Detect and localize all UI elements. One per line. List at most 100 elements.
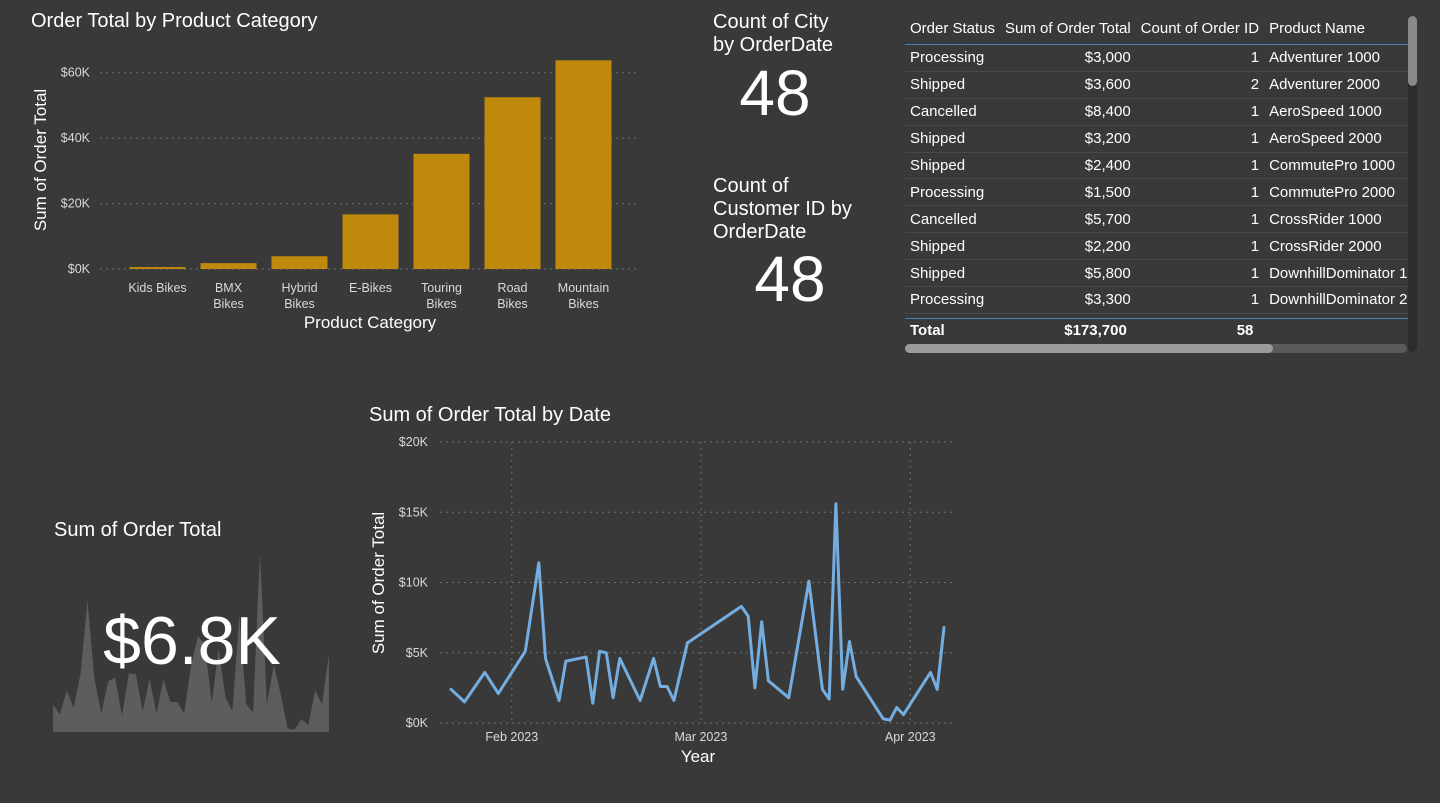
- header-order-status[interactable]: Order Status: [905, 12, 1000, 45]
- kpi-customer-title-line1: Count of: [713, 175, 789, 197]
- kpi-city-value: 48: [739, 57, 811, 129]
- cell-order-count: 1: [1135, 44, 1265, 72]
- bar-y-tick-label: $0K: [68, 262, 91, 276]
- cell-product-name: CrossRider 2000: [1264, 232, 1408, 261]
- bar-y-tick-label: $20K: [61, 197, 91, 211]
- kpi-order-total-value: $6.8K: [103, 603, 281, 679]
- total-order-count: 58: [1131, 318, 1259, 341]
- cell-order-total: $3,300: [1000, 286, 1136, 314]
- bar[interactable]: [271, 256, 328, 269]
- cell-order-status: Shipped: [905, 125, 1001, 153]
- cell-order-status: Processing: [905, 286, 1001, 314]
- line-x-tick-label: Feb 2023: [485, 730, 538, 744]
- cell-product-name: Adventurer 1000: [1264, 44, 1408, 72]
- cell-order-total: $2,400: [1000, 152, 1136, 180]
- cell-order-total: $8,400: [1000, 98, 1136, 126]
- cell-order-total: $2,200: [1000, 232, 1136, 261]
- bar-x-tick-label: Kids Bikes: [128, 281, 186, 295]
- kpi-customer-title-line2: Customer ID by: [713, 198, 852, 220]
- table-row[interactable]: Shipped $2,200 1 CrossRider 2000: [905, 232, 1408, 261]
- bar[interactable]: [342, 214, 399, 269]
- bar-y-tick-label: $40K: [61, 131, 91, 145]
- header-sum-order-total[interactable]: Sum of Order Total: [1000, 12, 1136, 45]
- cell-order-total: $3,600: [1000, 71, 1136, 99]
- bar-x-tick-label: Touring Bikes: [421, 281, 462, 311]
- kpi-order-total-title: Sum of Order Total: [54, 519, 222, 541]
- line-y-tick-label: $15K: [399, 505, 429, 519]
- table-header-row: Order Status Sum of Order Total Count of…: [905, 12, 1408, 45]
- cell-order-total: $1,500: [1000, 178, 1136, 207]
- cell-order-total: $5,700: [1000, 205, 1136, 234]
- bar[interactable]: [413, 153, 470, 269]
- kpi-customer-title-line3: OrderDate: [713, 221, 807, 243]
- line-series: [449, 502, 946, 722]
- line-y-tick-label: $5K: [406, 646, 429, 660]
- cell-order-count: 1: [1135, 152, 1265, 180]
- table-vertical-scroll-thumb[interactable]: [1408, 16, 1417, 86]
- cell-order-count: 1: [1135, 286, 1265, 314]
- header-count-order-id[interactable]: Count of Order ID: [1136, 12, 1264, 45]
- cell-order-status: Processing: [905, 178, 1001, 207]
- bar-x-tick-label: BMX Bikes: [213, 281, 244, 311]
- cell-order-count: 2: [1135, 71, 1265, 99]
- table-row[interactable]: Cancelled $8,400 1 AeroSpeed 1000: [905, 98, 1408, 126]
- table-row[interactable]: Processing$3,3001DownhillDominator 2000: [905, 286, 1408, 314]
- total-empty: [1258, 318, 1408, 341]
- bar[interactable]: [200, 263, 257, 269]
- table-row[interactable]: Shipped $2,400 1 CommutePro 1000: [905, 152, 1408, 180]
- kpi-customer-title: Count of Customer ID by OrderDate: [713, 175, 852, 244]
- cell-product-name: Adventurer 2000: [1264, 71, 1408, 99]
- bar-chart: $0K $20K $40K $60K Kids Bikes BMX Bikes Hybrid…: [31, 60, 640, 332]
- cell-order-status: Processing: [905, 44, 1001, 72]
- total-label: Total: [905, 318, 1000, 341]
- cell-product-name: CrossRider 1000: [1264, 205, 1408, 234]
- bar-x-axis-title: Product Category: [304, 313, 437, 332]
- line-x-tick-label: Mar 2023: [674, 730, 727, 744]
- bar[interactable]: [129, 267, 186, 269]
- table-row[interactable]: Shipped $3,600 2 Adventurer 2000: [905, 71, 1408, 99]
- kpi-customer-value: 48: [754, 243, 826, 315]
- cell-order-count: 1: [1135, 259, 1265, 288]
- bar-x-tick-label: Hybrid Bikes: [281, 281, 317, 311]
- kpi-city-title-line2: by OrderDate: [713, 34, 834, 56]
- line-chart-title: Sum of Order Total by Date: [369, 404, 611, 426]
- cell-order-count: 1: [1135, 125, 1265, 153]
- header-product-name[interactable]: Product Name: [1264, 12, 1408, 45]
- cell-order-total: $5,800: [1000, 259, 1136, 288]
- cell-product-name: DownhillDominator 2000: [1264, 286, 1408, 314]
- cell-order-count: 1: [1135, 98, 1265, 126]
- cell-order-count: 1: [1135, 178, 1265, 207]
- table-row[interactable]: Cancelled $5,700 1 CrossRider 1000: [905, 205, 1408, 234]
- bar[interactable]: [484, 97, 541, 269]
- bar[interactable]: [555, 60, 612, 269]
- line-x-axis-title: Year: [681, 747, 716, 766]
- total-order-sum: $173,700: [999, 318, 1132, 341]
- bar-y-tick-label: $60K: [61, 66, 91, 80]
- line-chart: $0K $5K $10K $15K $20K Feb 2023 Mar 2023 Apr 2…: [369, 435, 952, 766]
- table-horizontal-scroll-thumb[interactable]: [905, 344, 1273, 353]
- cell-order-status: Shipped: [905, 71, 1001, 99]
- cell-order-status: Shipped: [905, 152, 1001, 180]
- line-y-tick-label: $0K: [406, 716, 429, 730]
- bar-x-tick-label: E-Bikes: [349, 281, 392, 295]
- line-y-tick-label: $10K: [399, 576, 429, 590]
- kpi-city-title-line1: Count of City: [713, 11, 829, 33]
- cell-order-total: $3,000: [1000, 44, 1136, 72]
- cell-order-count: 1: [1135, 205, 1265, 234]
- table-row[interactable]: Processing $3,000 1 Adventurer 1000: [905, 44, 1408, 72]
- cell-order-total: $3,200: [1000, 125, 1136, 153]
- bar-y-axis-title: Sum of Order Total: [31, 89, 50, 231]
- cell-product-name: AeroSpeed 1000: [1264, 98, 1408, 126]
- bar-x-tick-label: Mountain Bikes: [558, 281, 609, 311]
- line-x-tick-label: Apr 2023: [885, 730, 936, 744]
- cell-order-status: Cancelled: [905, 205, 1001, 234]
- cell-order-status: Cancelled: [905, 98, 1001, 126]
- cell-product-name: AeroSpeed 2000: [1264, 125, 1408, 153]
- order-table[interactable]: Order Status Sum of Order Total Count of…: [905, 12, 1408, 354]
- cell-order-status: Shipped: [905, 259, 1001, 288]
- table-row[interactable]: Shipped $3,200 1 AeroSpeed 2000: [905, 125, 1408, 153]
- table-row[interactable]: Shipped$5,8001DownhillDominator 1000: [905, 259, 1408, 288]
- kpi-city-title: Count of City by OrderDate: [713, 11, 833, 57]
- table-total-row: Total $173,700 58: [905, 318, 1408, 341]
- table-row[interactable]: Processing $1,500 1 CommutePro 2000: [905, 178, 1408, 207]
